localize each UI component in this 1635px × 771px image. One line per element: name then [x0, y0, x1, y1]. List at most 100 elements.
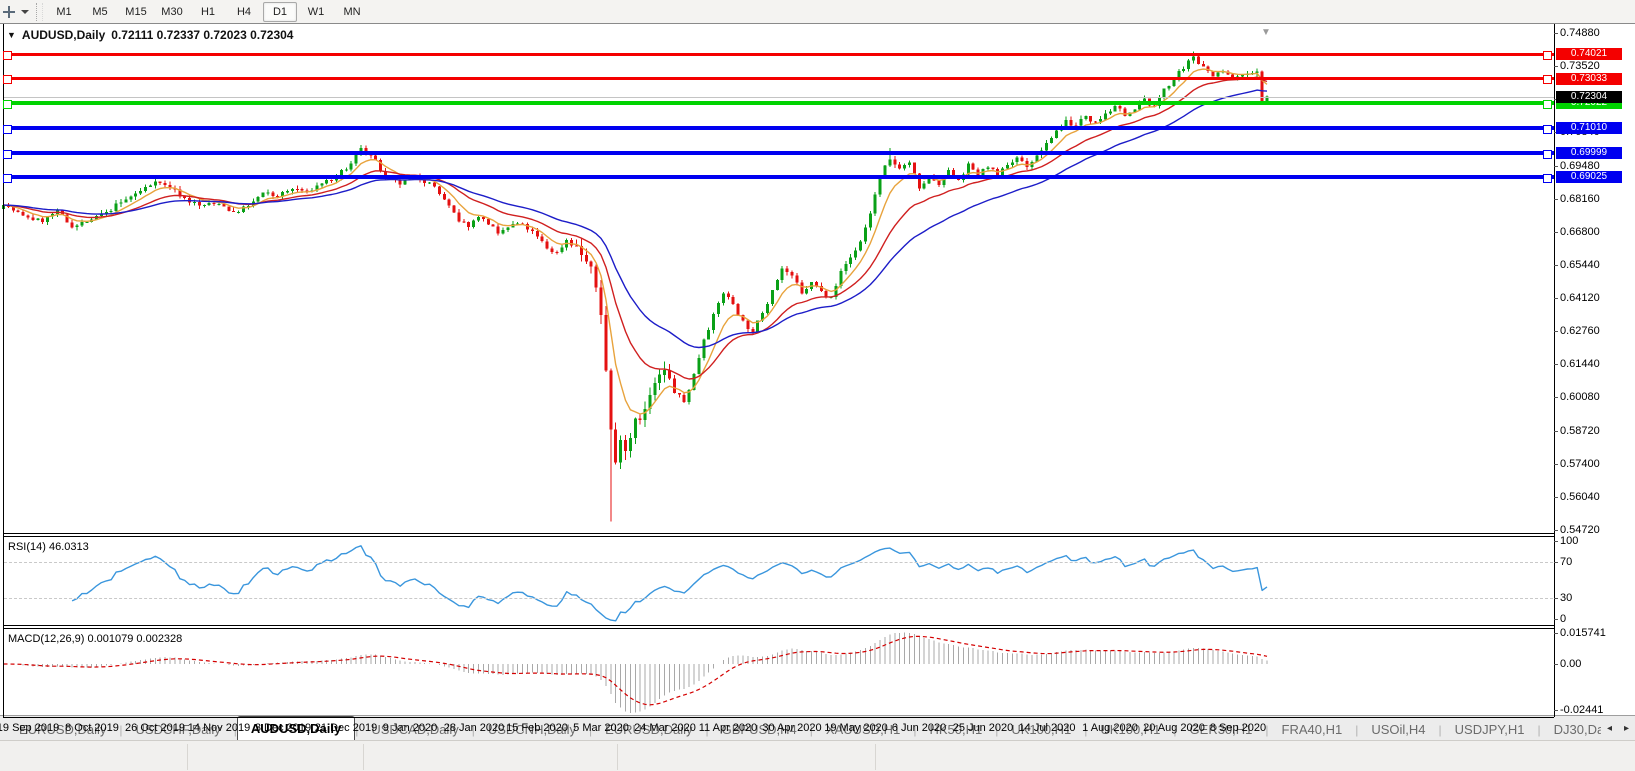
- timeframe-button-d1[interactable]: D1: [263, 2, 297, 22]
- mt4-terminal: M1M5M15M30H1H4D1W1MN ▼ AUDUSD,Daily 0.72…: [0, 0, 1635, 771]
- status-bar-separator: [363, 744, 364, 770]
- moving-average-0: [4, 69, 1268, 414]
- rsi-macd-separator[interactable]: [3, 625, 1554, 626]
- macd-histogram: [4, 633, 1268, 713]
- date-axis-label: 8 Sep 2020: [1210, 722, 1266, 734]
- hline-object[interactable]: [4, 77, 1554, 80]
- hline-handle-right[interactable]: [1543, 75, 1552, 84]
- macd-tick-label: -0.02441: [1560, 704, 1603, 716]
- hline-price-badge: 0.73033: [1556, 73, 1622, 85]
- hline-handle-right[interactable]: [1543, 150, 1552, 159]
- price-axis-border: [1554, 24, 1555, 717]
- price-tick-label: 0.64120: [1560, 292, 1600, 304]
- date-axis-label: 11 Apr 2020: [699, 722, 758, 734]
- date-axis-label: 9 Jan 2020: [383, 722, 437, 734]
- hline-object[interactable]: [4, 101, 1554, 105]
- rsi-top-border: [3, 536, 1554, 537]
- macd-indicator-label: MACD(12,26,9) 0.001079 0.002328: [8, 633, 182, 645]
- timeframe-button-m5[interactable]: M5: [83, 2, 117, 22]
- timeframe-toolbar: M1M5M15M30H1H4D1W1MN: [0, 0, 1635, 24]
- chart-ohlc-values: 0.72111 0.72337 0.72023 0.72304: [111, 28, 293, 42]
- date-axis-label: 26 Oct 2019: [125, 722, 185, 734]
- hline-handle-right[interactable]: [1543, 100, 1552, 109]
- date-axis-label: 30 Apr 2020: [762, 722, 821, 734]
- price-tick-label: 0.74880: [1560, 27, 1600, 39]
- date-axis-label: 28 Jan 2020: [444, 722, 505, 734]
- hline-handle-left[interactable]: [3, 100, 12, 109]
- date-axis-label: 25 Jun 2020: [953, 722, 1014, 734]
- hline-handle-left[interactable]: [3, 51, 12, 60]
- macd-tick-label: 0.015741: [1560, 627, 1606, 639]
- date-axis-label: 14 Jul 2020: [1019, 722, 1076, 734]
- price-tick-label: 0.57400: [1560, 458, 1600, 470]
- rsi-tick-label: 0: [1560, 613, 1566, 625]
- hline-price-badge: 0.71010: [1556, 122, 1622, 134]
- rsi-line: [72, 546, 1267, 621]
- chart-title-overlay: ▼ AUDUSD,Daily 0.72111 0.72337 0.72023 0…: [7, 28, 293, 42]
- hline-handle-left[interactable]: [3, 150, 12, 159]
- rsi-tick-label: 70: [1560, 556, 1572, 568]
- date-axis-label: 19 May 2020: [824, 722, 888, 734]
- hline-price-badge: 0.69025: [1556, 171, 1622, 183]
- hline-handle-left[interactable]: [3, 174, 12, 183]
- tabs-scroll-right-icon[interactable]: ▸: [1619, 720, 1634, 738]
- date-axis-label: 21 Dec 2019: [315, 722, 377, 734]
- timeframe-button-m15[interactable]: M15: [119, 2, 153, 22]
- hline-handle-left[interactable]: [3, 125, 12, 134]
- date-axis-label: 3 Dec 2019: [255, 722, 311, 734]
- date-axis-label: 5 Mar 2020: [573, 722, 629, 734]
- chart-shift-marker-icon[interactable]: ▼: [1261, 27, 1271, 38]
- hline-handle-right[interactable]: [1543, 174, 1552, 183]
- chart-tab-usoil-h4[interactable]: USOil,H4: [1358, 720, 1438, 740]
- price-tick-label: 0.65440: [1560, 259, 1600, 271]
- date-axis-label: 19 Sep 2019: [0, 722, 59, 734]
- date-axis-label: 8 Oct 2019: [65, 722, 119, 734]
- status-bar: [0, 740, 1635, 771]
- timeframe-button-w1[interactable]: W1: [299, 2, 333, 22]
- rsi-level-line: [4, 598, 1553, 599]
- rsi-tick-label: 100: [1560, 535, 1578, 547]
- timeframe-button-mn[interactable]: MN: [335, 2, 369, 22]
- main-rsi-separator[interactable]: [3, 533, 1554, 534]
- date-axis-label: 15 Feb 2020: [506, 722, 568, 734]
- price-tick-label: 0.66800: [1560, 226, 1600, 238]
- status-bar-separator: [617, 744, 618, 770]
- hline-price-badge: 0.74021: [1556, 48, 1622, 60]
- macd-top-border: [3, 628, 1554, 629]
- price-tick-label: 0.61440: [1560, 358, 1600, 370]
- price-tick-label: 0.68160: [1560, 193, 1600, 205]
- hline-handle-right[interactable]: [1543, 51, 1552, 60]
- hline-object[interactable]: [4, 175, 1554, 179]
- crosshair-cursor-icon[interactable]: [1, 4, 17, 20]
- status-bar-separator: [875, 744, 876, 770]
- toolbar-separator: [36, 3, 43, 21]
- timeframe-button-m30[interactable]: M30: [155, 2, 189, 22]
- date-axis-label: 24 Mar 2020: [634, 722, 696, 734]
- candles: [2, 52, 1269, 522]
- price-tick-label: 0.58720: [1560, 425, 1600, 437]
- hline-object[interactable]: [4, 53, 1554, 56]
- price-tick-label: 0.60080: [1560, 391, 1600, 403]
- hline-handle-right[interactable]: [1543, 125, 1552, 134]
- hline-object[interactable]: [4, 126, 1554, 130]
- timeframe-button-h1[interactable]: H1: [191, 2, 225, 22]
- price-tick-label: 0.56040: [1560, 491, 1600, 503]
- timeframe-button-h4[interactable]: H4: [227, 2, 261, 22]
- current-price-badge: 0.72304: [1556, 91, 1622, 103]
- hline-price-badge: 0.69999: [1556, 147, 1622, 159]
- tabs-scroll-left-icon[interactable]: ◂: [1602, 720, 1617, 738]
- chart-tab-usdjpy-h1[interactable]: USDJPY,H1: [1442, 720, 1538, 740]
- chart-tab-dj30-daily[interactable]: DJ30,Daily: [1541, 720, 1601, 740]
- current-price-line: [4, 97, 1554, 98]
- date-axis-label: 20 Aug 2020: [1143, 722, 1205, 734]
- macd-bottom-border: [3, 717, 1554, 718]
- hline-handle-left[interactable]: [3, 75, 12, 84]
- date-axis-label: 6 Jun 2020: [892, 722, 946, 734]
- chart-window[interactable]: ▼ AUDUSD,Daily 0.72111 0.72337 0.72023 0…: [0, 24, 1635, 771]
- status-bar-separator: [187, 744, 188, 770]
- cursor-dropdown-icon[interactable]: [21, 10, 29, 14]
- timeframe-button-m1[interactable]: M1: [47, 2, 81, 22]
- chart-dropdown-icon[interactable]: ▼: [7, 30, 16, 40]
- hline-object[interactable]: [4, 151, 1554, 155]
- chart-tab-fra40-h1[interactable]: FRA40,H1: [1269, 720, 1356, 740]
